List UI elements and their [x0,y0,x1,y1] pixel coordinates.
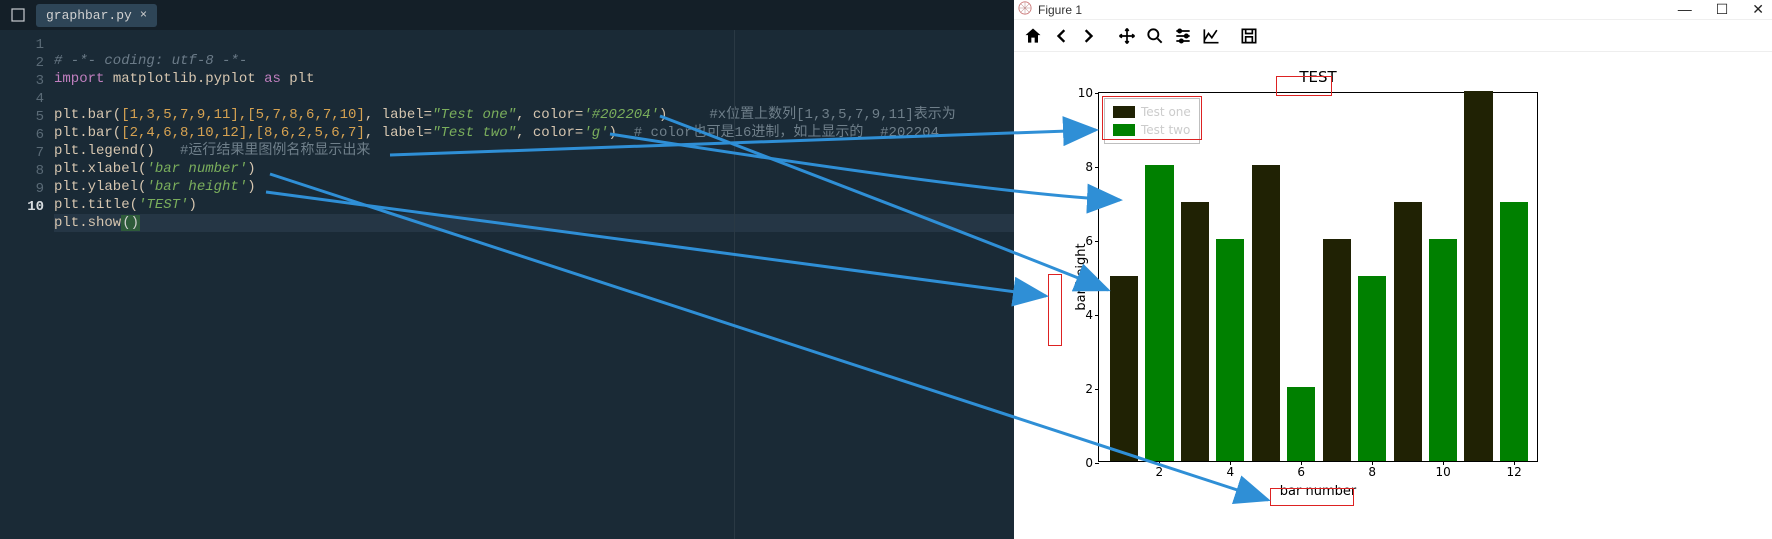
bar [1323,239,1351,461]
window-title: Figure 1 [1038,3,1082,17]
close-icon[interactable]: × [140,8,147,22]
home-icon[interactable] [1020,23,1046,49]
code-token: plt.bar( [54,107,121,123]
code-token: matplotlib.pyplot [104,71,264,87]
code-token: import [54,71,104,87]
maximize-button[interactable]: ☐ [1716,1,1729,18]
code-token: 'g' [583,125,608,141]
bar [1394,202,1422,461]
y-axis-label: bar height [1074,243,1089,310]
line-number: 6 [0,126,44,144]
bar [1464,91,1492,461]
minimize-button[interactable]: — [1678,1,1692,18]
window-close-button[interactable]: ✕ [1752,1,1764,18]
zoom-icon[interactable] [1142,23,1168,49]
legend-swatch [1113,106,1135,118]
code-token: plt.legend() [54,143,155,159]
bar [1145,165,1173,461]
code-token: plt.bar( [54,125,121,141]
code-token: , label= [365,107,432,123]
titlebar[interactable]: Figure 1 — ☐ ✕ [1014,0,1772,20]
matplotlib-window: Figure 1 — ☐ ✕ TEST 024681024681012 bar … [1014,0,1772,539]
legend-label: Test two [1141,123,1190,137]
code-token: "Test two" [432,125,516,141]
app-icon [1018,1,1032,18]
file-tab-label: graphbar.py [46,8,132,23]
editor-ruler [734,30,735,539]
file-list-icon[interactable] [0,0,36,30]
save-icon[interactable] [1236,23,1262,49]
line-number: 4 [0,90,44,108]
bar [1216,239,1244,461]
code-token: , color= [516,125,583,141]
legend-swatch [1113,124,1135,136]
line-number: 7 [0,144,44,162]
line-number: 1 [0,36,44,54]
legend-label: Test one [1141,105,1191,119]
code-token: [1,3,5,7,9,11],[5,7,8,6,7,10] [121,107,365,123]
code-token: # -*- coding: utf-8 -*- [54,53,247,69]
forward-icon[interactable] [1076,23,1102,49]
code-token: plt.ylabel( [54,179,146,195]
code-token: "Test one" [432,107,516,123]
line-number: 5 [0,108,44,126]
x-axis-label: bar number [1098,484,1538,499]
line-number: 10 [0,198,44,216]
legend-entry: Test one [1113,103,1191,121]
code-token: ) [247,179,255,195]
bar [1500,202,1528,461]
code-token: ) [247,161,255,177]
edit-axes-icon[interactable] [1198,23,1224,49]
mpl-toolbar [1014,20,1772,52]
plot-axes: 024681024681012 [1098,92,1538,462]
code-token: #x位置上数列[1,3,5,7,9,11]表示为 [667,107,955,123]
code-token: '#202204' [583,107,659,123]
legend-entry: Test two [1113,121,1191,139]
plot-area: TEST 024681024681012 bar height bar numb… [1098,92,1538,462]
legend: Test one Test two [1104,98,1200,144]
code-text[interactable]: # -*- coding: utf-8 -*- import matplotli… [54,30,1014,539]
line-number: 9 [0,180,44,198]
config-icon[interactable] [1170,23,1196,49]
tab-bar: graphbar.py × [0,0,1014,30]
line-number: 2 [0,54,44,72]
bar [1358,276,1386,461]
plot-title: TEST [1098,68,1538,86]
bar [1287,387,1315,461]
code-token: ) [609,125,617,141]
code-area[interactable]: 1 2 3 4 5 6 7 8 9 10 # -*- coding: utf-8… [0,30,1014,539]
code-editor: graphbar.py × 1 2 3 4 5 6 7 8 9 10 # -*-… [0,0,1014,539]
code-token: plt.xlabel( [54,161,146,177]
line-number-gutter: 1 2 3 4 5 6 7 8 9 10 [0,30,54,539]
code-token: plt.title( [54,197,138,213]
code-token: ) [188,197,196,213]
code-token: plt.show [54,215,121,231]
line-number: 3 [0,72,44,90]
code-token: 'bar height' [146,179,247,195]
pan-icon[interactable] [1114,23,1140,49]
code-token: #运行结果里图例名称显示出来 [155,143,371,159]
code-token: 'bar number' [146,161,247,177]
annotation-box [1048,274,1062,346]
code-token: as [264,71,281,87]
code-token: () [121,215,140,231]
file-tab[interactable]: graphbar.py × [36,4,157,27]
bar [1252,165,1280,461]
code-token: , color= [516,107,583,123]
bar [1181,202,1209,461]
code-token: , label= [365,125,432,141]
bar [1429,239,1457,461]
code-token: # color也可是16进制，如上显示的 #202204 [617,125,939,141]
code-token: [2,4,6,8,10,12],[8,6,2,5,6,7] [121,125,365,141]
line-number: 8 [0,162,44,180]
code-token: plt [281,71,315,87]
plot-canvas[interactable]: TEST 024681024681012 bar height bar numb… [1014,52,1772,539]
bar [1110,276,1138,461]
code-token: 'TEST' [138,197,188,213]
back-icon[interactable] [1048,23,1074,49]
